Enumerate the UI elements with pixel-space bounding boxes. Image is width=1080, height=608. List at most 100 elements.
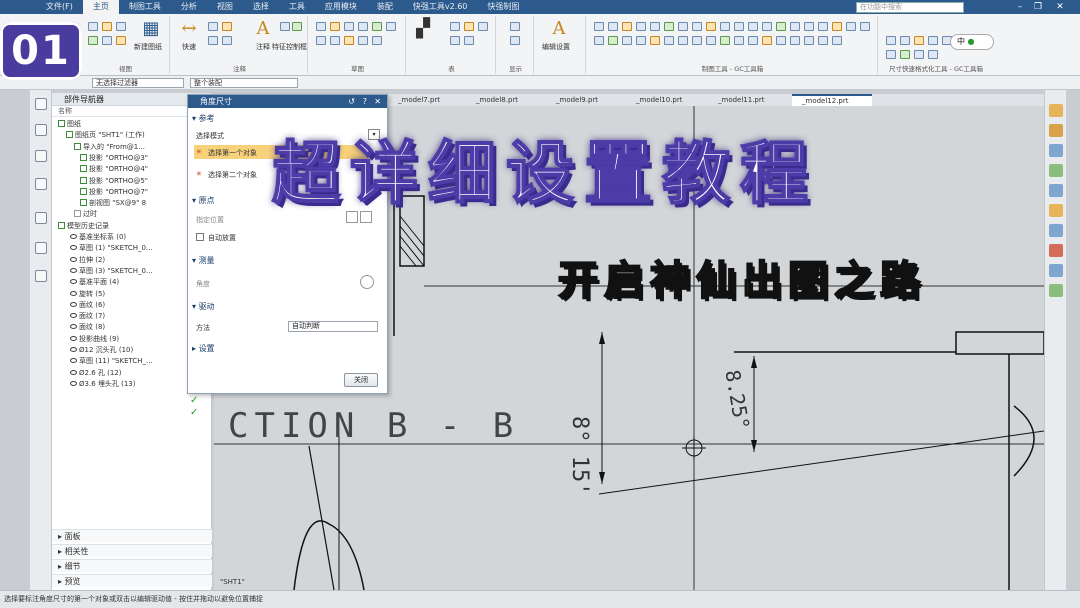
angle-dimension-dms[interactable]: 8° 15' [567,416,592,495]
nav-section-details[interactable]: ▸ 细节 [52,559,212,572]
menu-item[interactable]: 主页 [82,0,119,14]
search-input[interactable]: 在功能中搜索 [856,2,964,13]
file-tab[interactable]: _model8.prt [466,94,546,106]
visibility-eye-icon[interactable] [70,369,77,375]
close-button[interactable]: 关闭 [344,373,378,387]
checkbox-icon[interactable] [80,176,87,184]
visibility-eye-icon[interactable] [70,313,77,319]
quick-dimension-icon[interactable]: ↔ [180,20,198,38]
tree-row[interactable]: 图纸 [58,119,81,130]
minimize-icon[interactable]: – [1012,1,1028,13]
help-icon[interactable]: ? [363,95,367,108]
tree-row[interactable]: 草图 (1) "SKETCH_0... [70,243,153,254]
scope-select[interactable]: 整个装配 [190,78,298,88]
feature-frame-button[interactable]: 特征控制框 [272,42,307,52]
section-settings[interactable]: ▸ 设置 [192,343,215,354]
tree-row[interactable]: 拉伸 (2) [70,255,105,266]
section-origin[interactable]: ▾ 原点 [192,195,215,206]
tool-icon[interactable] [1049,224,1063,237]
checkbox-icon[interactable] [80,199,87,207]
tree-row[interactable]: 投影曲线 (9) [70,334,119,345]
tree-row[interactable]: 投影 "ORTHO@5" [80,176,148,187]
node-icon[interactable] [74,210,81,218]
visibility-eye-icon[interactable] [70,358,77,364]
menu-item[interactable]: 应用模块 [315,0,367,14]
nav-section-preview[interactable]: ▸ 预览 [52,574,212,587]
visibility-eye-icon[interactable] [70,380,77,386]
menu-item[interactable]: 装配 [367,0,403,14]
driving-method-select[interactable]: 自动判断 [288,321,378,332]
tree-row[interactable]: 面纹 (7) [70,311,105,322]
menu-item[interactable]: 选择 [243,0,279,14]
visibility-eye-icon[interactable] [70,279,77,285]
file-tab[interactable]: _model12.prt [792,94,872,106]
section-measure[interactable]: ▾ 测量 [192,255,215,266]
tool-icon[interactable] [1049,284,1063,297]
visibility-eye-icon[interactable] [70,234,77,239]
auto-place-checkbox[interactable] [196,233,204,241]
tree-row[interactable]: 图纸页 "SHT1" (工作) [66,130,145,141]
note-button[interactable]: 注释 [256,42,270,52]
checkbox-icon[interactable] [80,187,87,195]
part-navigator-icon[interactable] [35,150,47,162]
edit-settings-button[interactable]: 编辑设置 [542,42,570,52]
menu-item[interactable]: 制图工具 [119,0,171,14]
tool-icon[interactable] [1049,164,1063,177]
measure-icon[interactable] [360,275,374,289]
tool-icon[interactable] [1049,144,1063,157]
tree-row[interactable]: Ø2.6 孔 (12) [70,368,121,379]
tree-row[interactable]: 投影 "ORTHO@4" [80,164,148,175]
tool-icon[interactable] [1049,104,1063,117]
menu-item[interactable]: 分析 [171,0,207,14]
restore-icon[interactable]: ❐ [1030,1,1046,13]
tool-icon[interactable] [1049,204,1063,217]
tree-row[interactable]: 基准平面 (4) [70,277,119,288]
specify-location-label[interactable]: 指定位置 [196,215,224,225]
tree-row[interactable]: 草图 (11) "SKETCH_... [70,356,153,367]
visibility-eye-icon[interactable] [70,267,77,273]
assembly-navigator-icon[interactable] [35,124,47,136]
tree-row[interactable]: Ø12 沉头孔 (10) [70,345,133,356]
nav-section-dependencies[interactable]: ▸ 相关性 [52,544,212,557]
tool-icon[interactable] [1049,244,1063,257]
roles-icon[interactable] [35,270,47,282]
ime-indicator[interactable]: 中 ● [950,34,994,50]
new-sheet-icon[interactable]: ▦ [142,20,160,38]
tree-row[interactable]: 面纹 (8) [70,322,105,333]
tree-row[interactable]: 过时 [74,209,97,220]
tree-row[interactable]: 草图 (3) "SKETCH_0... [70,266,153,277]
menu-item[interactable]: 快强制图 [477,0,529,14]
close-icon[interactable]: ✕ [1048,1,1072,13]
tree-row[interactable]: 模型历史记录 [58,221,109,232]
file-tab[interactable]: _model11.prt [708,94,788,106]
checkbox-icon[interactable] [80,165,87,173]
checkbox-icon[interactable] [66,131,73,139]
file-tab[interactable]: _model9.prt [546,94,626,106]
tool-icon[interactable] [1049,264,1063,277]
tree-row[interactable]: 投影 "ORTHO@3" [80,153,148,164]
menu-item[interactable]: 快强工具v2.60 [403,0,478,14]
checkbox-icon[interactable] [58,120,65,127]
visibility-eye-icon[interactable] [70,301,77,307]
section-reference[interactable]: ▾ 参考 [192,113,215,124]
tool-icon[interactable] [1049,124,1063,137]
visibility-eye-icon[interactable] [70,324,77,330]
edit-settings-icon[interactable]: A [550,20,568,38]
note-icon[interactable]: A [254,20,272,38]
reset-icon[interactable]: ↺ [348,95,355,108]
visibility-eye-icon[interactable] [70,245,77,251]
settings-icon[interactable] [35,98,47,110]
checkbox-icon[interactable] [58,221,65,229]
section-driving[interactable]: ▾ 驱动 [192,301,215,312]
dialog-close-icon[interactable]: ✕ [374,95,381,108]
tree-row[interactable]: 旋转 (5) [70,289,105,300]
checkbox-icon[interactable] [74,142,81,150]
nav-section-panel[interactable]: ▸ 面板 [52,529,212,542]
tool-icon[interactable] [1049,184,1063,197]
quick-dimension-button[interactable]: 快速 [182,42,196,52]
visibility-eye-icon[interactable] [70,335,77,341]
history-icon[interactable] [35,242,47,254]
menu-item[interactable]: 文件(F) [36,0,83,14]
visibility-eye-icon[interactable] [70,347,77,352]
tree-row[interactable]: 面纹 (6) [70,300,105,311]
